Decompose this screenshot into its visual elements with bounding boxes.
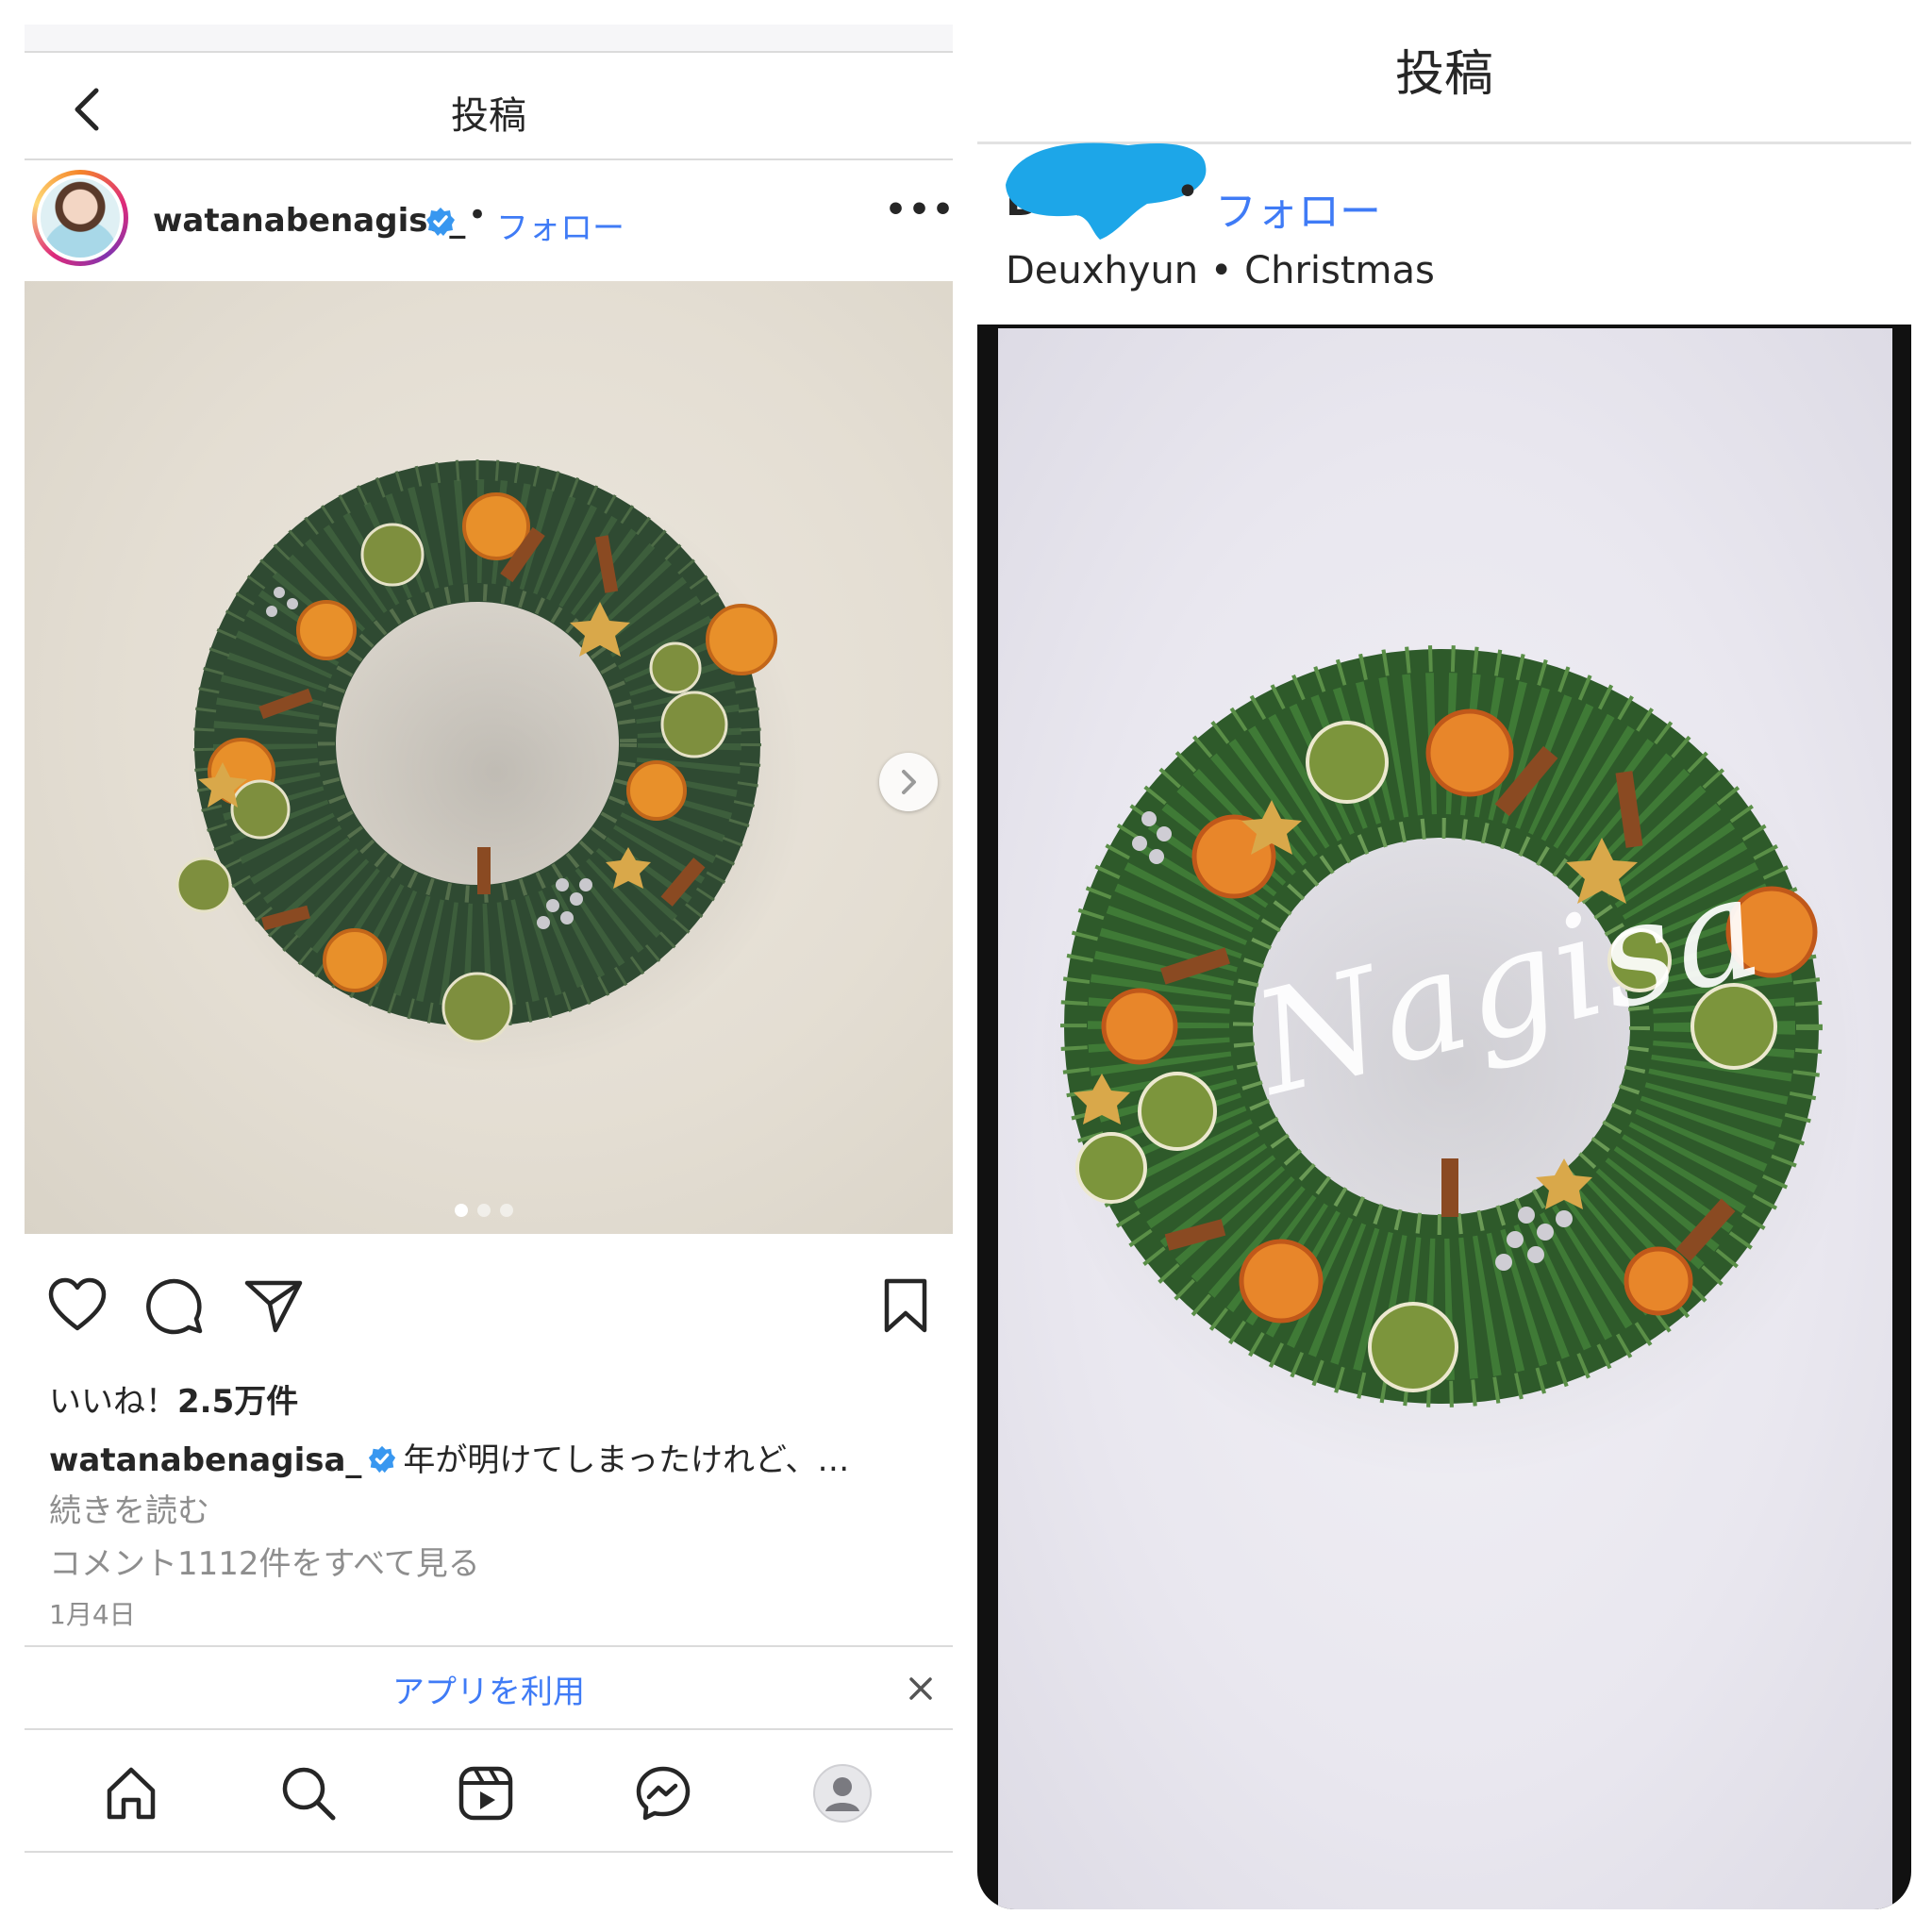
- right-screenshot: 投稿 Deu • フォロー Deuxhyun • Christmas: [977, 0, 1911, 1932]
- search-icon[interactable]: [277, 1762, 340, 1824]
- status-strip: [25, 25, 953, 53]
- view-comments-link[interactable]: コメント1112件をすべて見る: [49, 1538, 480, 1584]
- bookmark-icon[interactable]: [874, 1274, 938, 1338]
- heart-icon[interactable]: [45, 1274, 109, 1338]
- follow-button[interactable]: フォロー: [1215, 177, 1381, 238]
- carousel-indicator: [455, 1204, 530, 1217]
- close-icon[interactable]: [902, 1670, 940, 1707]
- messenger-icon[interactable]: [632, 1762, 694, 1824]
- post-photo[interactable]: Nagisa: [977, 325, 1911, 1909]
- comment-icon[interactable]: [143, 1274, 208, 1338]
- home-icon[interactable]: [100, 1762, 162, 1824]
- likes-prefix: いいね！: [49, 1383, 177, 1421]
- carousel-dot-active: [455, 1204, 468, 1217]
- wreath-image: [1036, 645, 1866, 1479]
- left-screenshot: 投稿 watanabenagisa_ • フォロー ••• いいね！2.5万件 …: [25, 25, 956, 1853]
- avatar-image: [41, 178, 120, 258]
- carousel-dot: [500, 1204, 513, 1217]
- bottom-nav: [25, 1732, 953, 1853]
- likes-count[interactable]: いいね！2.5万件: [49, 1375, 298, 1422]
- paper-plane-icon[interactable]: [242, 1274, 306, 1338]
- app-banner: アプリを利用: [25, 1645, 953, 1730]
- verified-badge-icon: [425, 206, 457, 238]
- separator-dot: •: [468, 196, 488, 234]
- follow-button[interactable]: フォロー: [496, 202, 625, 248]
- post-author-row: watanabenagisa_ • フォロー •••: [25, 162, 956, 281]
- post-photo[interactable]: [25, 281, 953, 1234]
- chevron-right-icon: [902, 770, 916, 794]
- post-actions: [25, 1234, 953, 1375]
- post-header: 投稿: [25, 55, 953, 160]
- wreath-image: [175, 459, 808, 1074]
- verified-badge-icon: [367, 1443, 397, 1474]
- caption-username[interactable]: watanabenagisa_: [49, 1441, 361, 1479]
- carousel-next-button[interactable]: [879, 753, 938, 811]
- likes-number: 2.5万件: [177, 1383, 299, 1421]
- reels-icon[interactable]: [455, 1762, 517, 1824]
- author-username[interactable]: watanabenagisa_: [153, 202, 465, 240]
- carousel-dot: [477, 1204, 491, 1217]
- open-app-link[interactable]: アプリを利用: [25, 1666, 953, 1712]
- page-title: 投稿: [1394, 46, 1493, 103]
- profile-icon[interactable]: [811, 1762, 874, 1824]
- caption-text: 年が明けてしまったけれど、…: [403, 1441, 850, 1479]
- separator-dot: •: [1175, 168, 1200, 216]
- read-more-link[interactable]: 続きを読む: [49, 1485, 209, 1531]
- avatar[interactable]: [32, 170, 128, 266]
- post-subtitle: Deuxhyun • Christmas: [1006, 249, 1435, 292]
- post-date: 1月4日: [49, 1599, 136, 1630]
- post-caption: watanabenagisa_ 年が明けてしまったけれど、…: [49, 1440, 926, 1481]
- more-options-icon[interactable]: •••: [885, 191, 956, 229]
- photo-frame: Nagisa: [998, 328, 1892, 1909]
- page-title: 投稿: [451, 94, 526, 138]
